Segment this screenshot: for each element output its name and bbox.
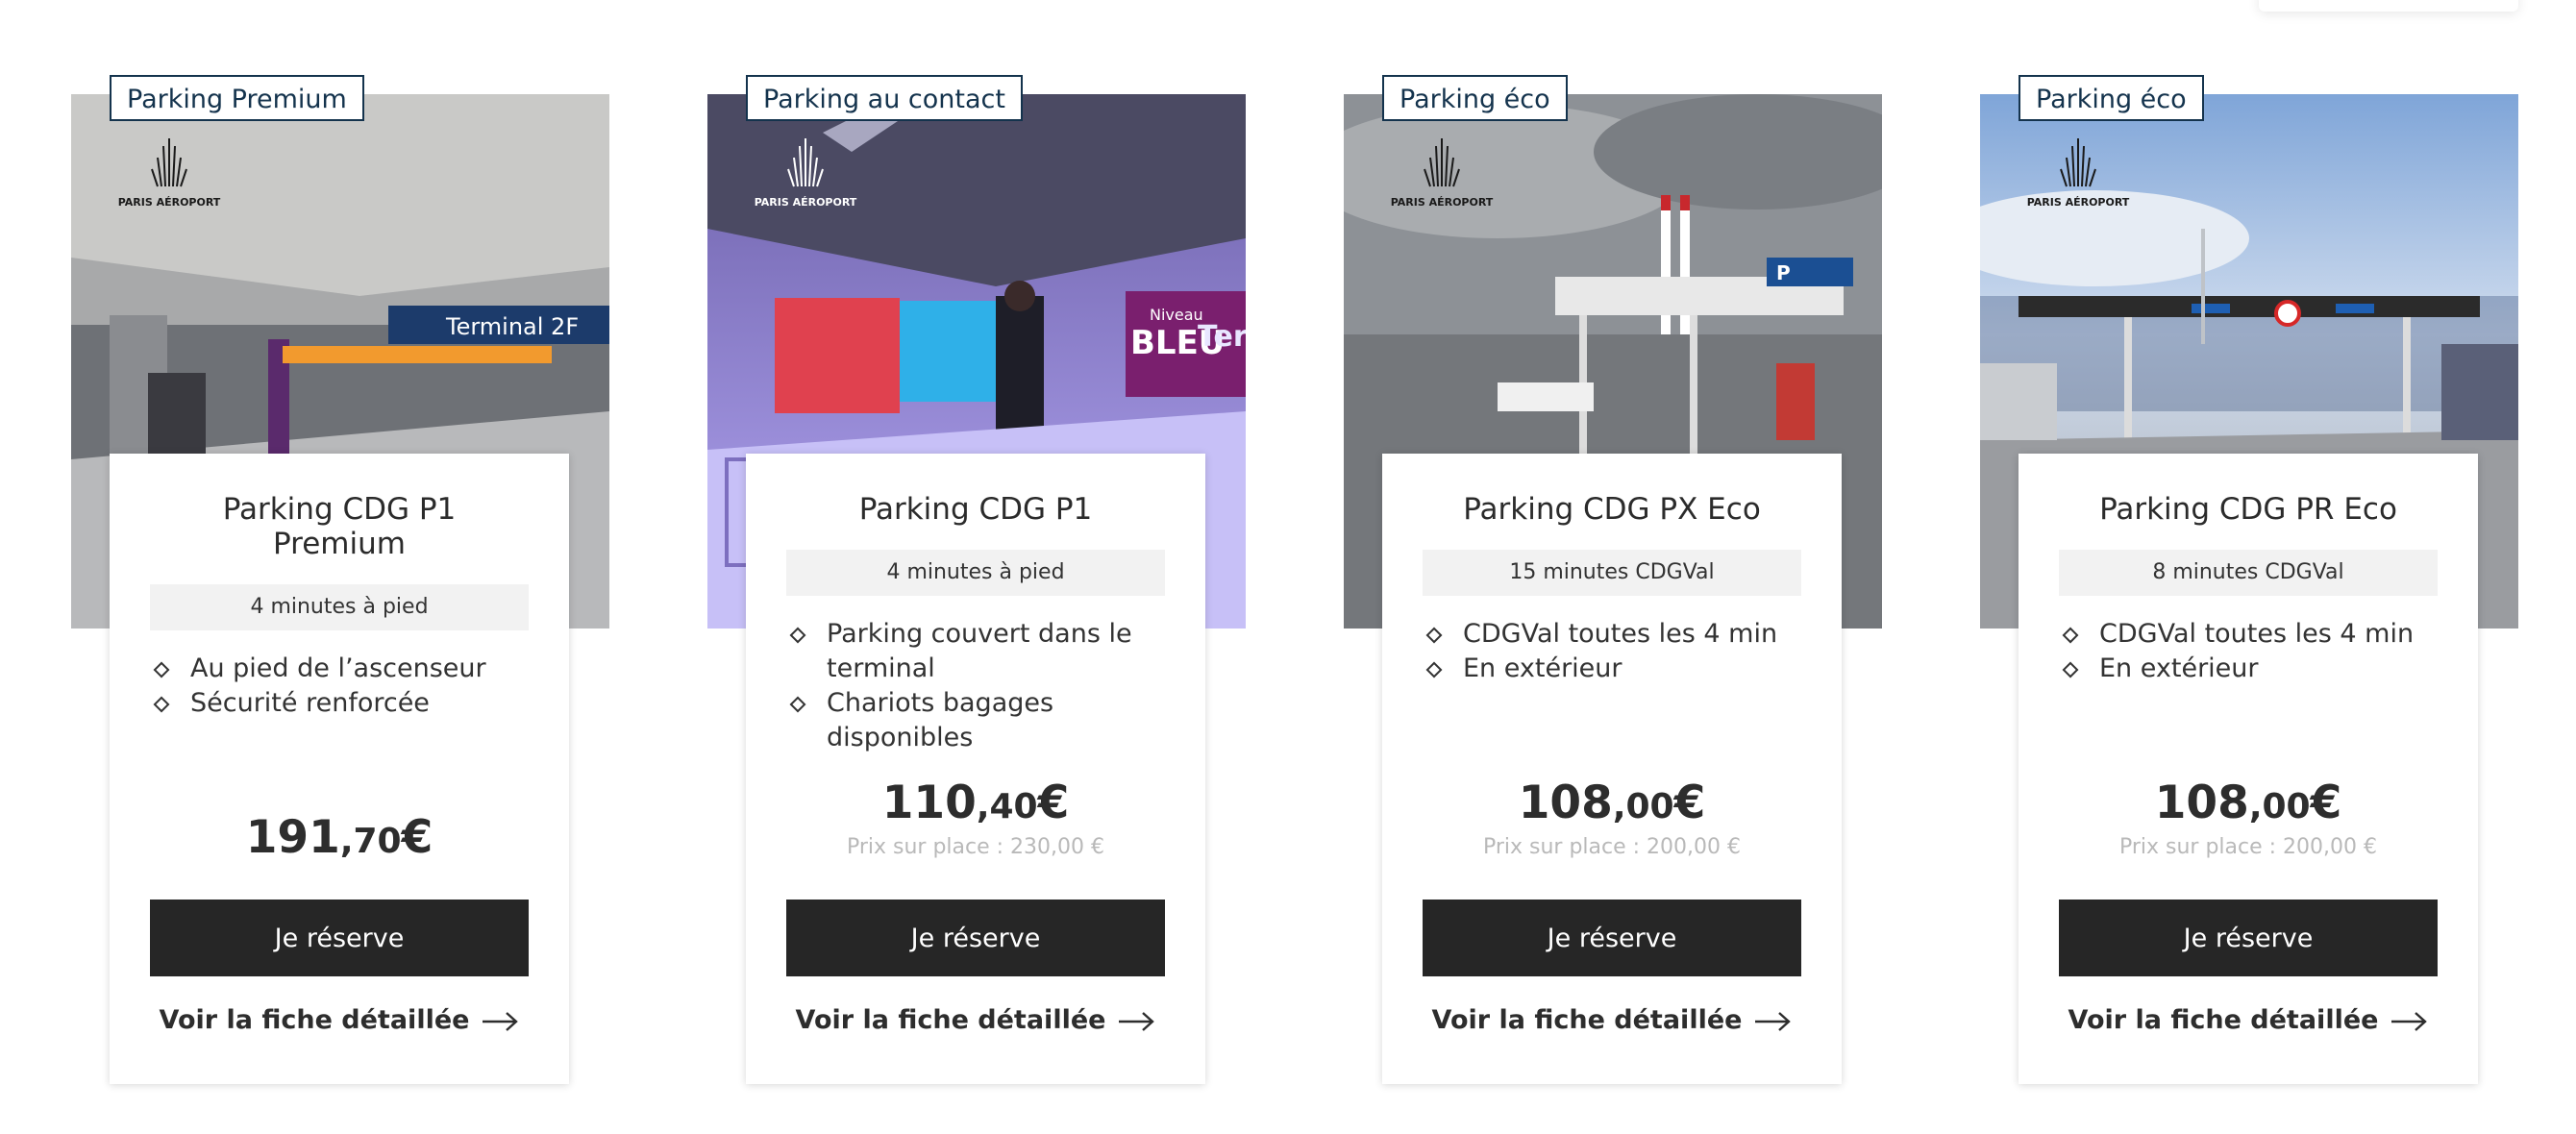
access-duration: 4 minutes à pied xyxy=(150,584,529,630)
paris-aeroport-logo: PARIS AÉROPORT xyxy=(2019,133,2138,211)
onsite-price: Prix sur place : 200,00 € xyxy=(1482,835,1742,859)
offer-card: Parking CDG PX Eco 15 minutes CDGVal CDG… xyxy=(1382,454,1842,1084)
offer-column-pr-eco: PARIS AÉROPORT Parking éco Parking CDG P… xyxy=(1980,0,2518,1134)
price-currency: € xyxy=(2310,777,2342,829)
feature-item: Parking couvert dans le terminal xyxy=(786,617,1177,686)
view-details-link[interactable]: Voir la fiche détaillée xyxy=(2019,1001,2478,1040)
price: 110,40€ xyxy=(746,777,1205,834)
feature-item: Au pied de l’ascenseur xyxy=(150,652,540,686)
category-badge: Parking éco xyxy=(2019,75,2204,121)
access-duration: 4 minutes à pied xyxy=(786,550,1165,596)
offer-card: Parking CDG P1 Premium 4 minutes à pied … xyxy=(110,454,569,1084)
offer-column-p1-premium: Terminal 2F PARIS AÉROPORT Parking Premi… xyxy=(71,0,609,1134)
price-integer: 108 xyxy=(2154,777,2249,829)
onsite-price: Prix sur place : 230,00 € xyxy=(846,835,1105,859)
feature-list: CDGVal toutes les 4 min En extérieur xyxy=(1423,617,1813,686)
price-cents: ,40 xyxy=(976,787,1038,826)
reserve-button[interactable]: Je réserve xyxy=(2059,900,2438,976)
diamond-bullet-icon xyxy=(1425,661,1443,678)
arrow-right-icon xyxy=(2391,1011,2428,1031)
price-cents: ,00 xyxy=(1612,787,1674,826)
view-details-label: Voir la fiche détaillée xyxy=(795,1005,1106,1035)
svg-text:PARIS AÉROPORT: PARIS AÉROPORT xyxy=(755,196,857,209)
feature-list: CDGVal toutes les 4 min En extérieur xyxy=(2059,617,2449,686)
price-integer: 191 xyxy=(245,811,340,864)
feature-item: Chariots bagages disponibles xyxy=(786,686,1177,755)
feature-item: En extérieur xyxy=(2059,652,2449,686)
level-sign-caption: Niveau xyxy=(1150,306,1203,324)
view-details-link[interactable]: Voir la fiche détaillée xyxy=(110,1001,569,1040)
terminal-sign-partial: Ter xyxy=(1198,320,1246,354)
svg-text:PARIS AÉROPORT: PARIS AÉROPORT xyxy=(118,196,221,209)
card-title: Parking CDG P1 Premium xyxy=(222,492,457,561)
paris-aeroport-logo: PARIS AÉROPORT xyxy=(110,133,229,211)
feature-item: CDGVal toutes les 4 min xyxy=(1423,617,1813,652)
price: 108,00€ xyxy=(2019,777,2478,834)
view-details-link[interactable]: Voir la fiche détaillée xyxy=(1382,1001,1842,1040)
diamond-bullet-icon xyxy=(2062,661,2079,678)
feature-item: CDGVal toutes les 4 min xyxy=(2059,617,2449,652)
onsite-price: Prix sur place : 200,00 € xyxy=(2118,835,2378,859)
price-currency: € xyxy=(1037,777,1070,829)
view-details-label: Voir la fiche détaillée xyxy=(2068,1005,2379,1035)
offer-card: Parking CDG P1 4 minutes à pied Parking … xyxy=(746,454,1205,1084)
diamond-bullet-icon xyxy=(789,696,806,713)
view-details-label: Voir la fiche détaillée xyxy=(1431,1005,1743,1035)
paris-aeroport-logo: PARIS AÉROPORT xyxy=(746,133,865,211)
feature-item: En extérieur xyxy=(1423,652,1813,686)
diamond-bullet-icon xyxy=(2062,627,2079,644)
price: 108,00€ xyxy=(1382,777,1842,834)
reserve-button[interactable]: Je réserve xyxy=(150,900,529,976)
terminal-sign-text: Terminal 2F xyxy=(445,313,579,340)
offer-column-px-eco: P PARIS AÉROPORT Parking éco Parking CDG… xyxy=(1344,0,1882,1134)
paris-aeroport-logo: PARIS AÉROPORT xyxy=(1382,133,1501,211)
price: 191,70€ xyxy=(110,811,569,869)
view-details-label: Voir la fiche détaillée xyxy=(159,1005,470,1035)
access-duration: 8 minutes CDGVal xyxy=(2059,550,2438,596)
card-title: Parking CDG P1 xyxy=(858,492,1093,527)
feature-list: Au pied de l’ascenseur Sécurité renforcé… xyxy=(150,652,540,721)
price-currency: € xyxy=(1673,777,1706,829)
arrow-right-icon xyxy=(483,1011,519,1031)
offer-card: Parking CDG PR Eco 8 minutes CDGVal CDGV… xyxy=(2019,454,2478,1084)
arrow-right-icon xyxy=(1119,1011,1155,1031)
category-badge: Parking Premium xyxy=(110,75,364,121)
view-details-link[interactable]: Voir la fiche détaillée xyxy=(746,1001,1205,1040)
price-currency: € xyxy=(401,811,433,864)
diamond-bullet-icon xyxy=(1425,627,1443,644)
card-title: Parking CDG PR Eco xyxy=(2099,492,2397,527)
svg-text:PARIS AÉROPORT: PARIS AÉROPORT xyxy=(1391,196,1494,209)
arrow-right-icon xyxy=(1755,1011,1792,1031)
reserve-button[interactable]: Je réserve xyxy=(1423,900,1801,976)
price-integer: 110 xyxy=(881,777,977,829)
parking-sign-text: P xyxy=(1776,261,1791,284)
diamond-bullet-icon xyxy=(153,661,170,678)
category-badge: Parking au contact xyxy=(746,75,1023,121)
price-cents: ,00 xyxy=(2248,787,2311,826)
feature-item: Sécurité renforcée xyxy=(150,686,540,721)
access-duration: 15 minutes CDGVal xyxy=(1423,550,1801,596)
feature-list: Parking couvert dans le terminal Chariot… xyxy=(786,617,1177,755)
price-integer: 108 xyxy=(1518,777,1613,829)
reserve-button[interactable]: Je réserve xyxy=(786,900,1165,976)
svg-text:PARIS AÉROPORT: PARIS AÉROPORT xyxy=(2027,196,2130,209)
diamond-bullet-icon xyxy=(153,696,170,713)
card-title: Parking CDG PX Eco xyxy=(1463,492,1761,527)
price-cents: ,70 xyxy=(339,822,402,861)
offer-column-p1: Niveau BLEU Ter PARIS AÉROPORT Parking a… xyxy=(707,0,1246,1134)
diamond-bullet-icon xyxy=(789,627,806,644)
category-badge: Parking éco xyxy=(1382,75,1568,121)
